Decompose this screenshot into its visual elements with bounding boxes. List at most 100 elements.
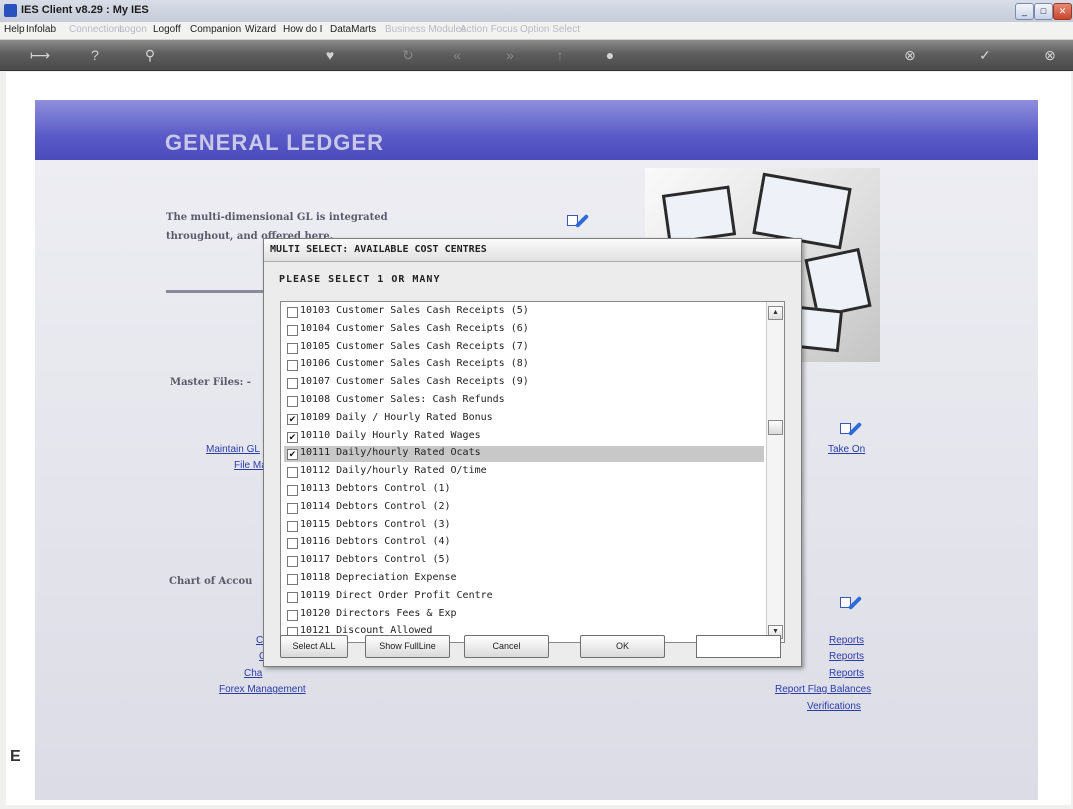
- menu-logoff[interactable]: Logoff: [153, 24, 181, 35]
- close-icon[interactable]: ⊗: [1040, 45, 1060, 65]
- confirm-icon[interactable]: ✓: [975, 45, 995, 65]
- list-item[interactable]: ✔ 10111 Daily/hourly Rated Ocats: [284, 446, 764, 463]
- item-checkbox[interactable]: [287, 591, 298, 603]
- list-item[interactable]: 10114 Debtors Control (2): [284, 500, 764, 516]
- list-item[interactable]: 10120 Directors Fees & Exp: [284, 607, 764, 623]
- item-label: 10108 Customer Sales: Cash Refunds: [300, 394, 505, 405]
- menu-business-modules[interactable]: Business Modules: [385, 24, 466, 35]
- list-item[interactable]: 10107 Customer Sales Cash Receipts (9): [284, 375, 764, 391]
- dialog-input[interactable]: [696, 635, 781, 658]
- file-maintenance-link[interactable]: File Ma: [234, 460, 267, 471]
- reports-link-2[interactable]: Reports: [829, 651, 864, 662]
- dialog-prompt: PLEASE SELECT 1 OR MANY: [279, 274, 441, 285]
- menu-connections[interactable]: Connections: [69, 24, 125, 35]
- item-label: 10119 Direct Order Profit Centre: [300, 589, 493, 601]
- list-item[interactable]: 10106 Customer Sales Cash Receipts (8): [284, 357, 764, 373]
- item-label: 10117 Debtors Control (5): [300, 554, 451, 566]
- item-label: 10106 Customer Sales Cash Receipts (8): [300, 358, 529, 370]
- menu-datamarts[interactable]: DataMarts: [330, 24, 376, 35]
- maximize-button[interactable]: □: [1034, 3, 1053, 20]
- item-checkbox[interactable]: ✔: [287, 449, 298, 461]
- scroll-thumb[interactable]: [768, 420, 783, 435]
- cancel-button[interactable]: Cancel: [464, 635, 549, 658]
- forex-management-link[interactable]: Forex Management: [219, 684, 306, 695]
- list-item[interactable]: 10118 Depreciation Expense: [284, 571, 764, 587]
- toolbar: ⟼ ? ⚲ ♥ ↻ « » ↑ ● ⊗ ✓ ⊗: [0, 40, 1073, 71]
- list-item[interactable]: 10117 Debtors Control (5): [284, 553, 764, 569]
- refresh-icon[interactable]: ↻: [398, 45, 418, 65]
- back-icon[interactable]: «: [447, 45, 467, 65]
- menu-action-focus[interactable]: Action Focus: [460, 24, 518, 35]
- item-checkbox[interactable]: [287, 342, 298, 354]
- item-checkbox[interactable]: [287, 609, 298, 621]
- item-checkbox[interactable]: [287, 485, 298, 496]
- item-checkbox[interactable]: [287, 556, 298, 568]
- edit-icon[interactable]: [565, 210, 590, 232]
- verifications-link[interactable]: Verifications: [807, 701, 861, 712]
- menu-companion[interactable]: Companion: [190, 24, 241, 35]
- report-flag-balances-link[interactable]: Report Flag Balances: [775, 684, 871, 695]
- edit-icon[interactable]: [838, 592, 863, 614]
- close-button[interactable]: ✕: [1053, 3, 1072, 20]
- page-title: GENERAL LEDGER: [165, 130, 384, 155]
- menu-option-select[interactable]: Option Select: [520, 24, 580, 35]
- item-checkbox[interactable]: [287, 520, 298, 532]
- item-checkbox[interactable]: [287, 467, 298, 479]
- reports-link-1[interactable]: Reports: [829, 635, 864, 646]
- up-icon[interactable]: ↑: [550, 45, 570, 65]
- list-item[interactable]: ✔ 10109 Daily / Hourly Rated Bonus: [284, 411, 764, 427]
- take-on-link[interactable]: Take On: [828, 444, 865, 455]
- menu-logon[interactable]: Logon: [119, 24, 147, 35]
- item-label: 10109 Daily / Hourly Rated Bonus: [300, 411, 493, 423]
- list-item[interactable]: 10104 Customer Sales Cash Receipts (6): [284, 322, 764, 338]
- bullet-icon[interactable]: ●: [600, 45, 620, 65]
- item-checkbox[interactable]: ✔: [287, 413, 298, 425]
- select-all-button[interactable]: Select ALL: [280, 635, 348, 658]
- master-files-heading: Master Files: -: [170, 377, 251, 388]
- edit-icon[interactable]: [838, 418, 863, 440]
- item-checkbox[interactable]: [287, 502, 298, 514]
- chart-of-accounts-heading: Chart of Accou: [169, 576, 253, 587]
- list-item[interactable]: 10116 Debtors Control (4): [284, 535, 764, 551]
- ok-button[interactable]: OK: [580, 635, 665, 658]
- list-item[interactable]: 10105 Customer Sales Cash Receipts (7): [284, 340, 764, 356]
- list-scrollbar[interactable]: ▲ ▼: [766, 302, 784, 642]
- search-icon[interactable]: ⚲: [140, 45, 160, 65]
- exit-arrow-icon[interactable]: ⟼: [22, 45, 58, 65]
- item-label: 10103 Customer Sales Cash Receipts (5): [300, 305, 529, 316]
- menu-help[interactable]: Help: [4, 24, 25, 35]
- reports-link-3[interactable]: Reports: [829, 668, 864, 679]
- item-checkbox[interactable]: [287, 396, 298, 407]
- side-label: E: [10, 748, 21, 765]
- list-item[interactable]: 10115 Debtors Control (3): [284, 518, 764, 534]
- maintain-gl-link[interactable]: Maintain GL: [206, 444, 260, 455]
- list-item[interactable]: 10112 Daily/hourly Rated O/time: [284, 464, 764, 480]
- item-checkbox[interactable]: [287, 360, 298, 372]
- show-full-line-button[interactable]: Show FullLine: [365, 635, 450, 658]
- item-label: 10115 Debtors Control (3): [300, 518, 451, 530]
- chart-link[interactable]: Cha: [244, 668, 262, 679]
- menu-wizard[interactable]: Wizard: [245, 24, 276, 35]
- item-checkbox[interactable]: [287, 378, 298, 390]
- item-checkbox[interactable]: [287, 574, 298, 585]
- item-checkbox[interactable]: ✔: [287, 431, 298, 443]
- forward-icon[interactable]: »: [500, 45, 520, 65]
- item-checkbox[interactable]: [287, 324, 298, 336]
- scroll-up-icon[interactable]: ▲: [768, 306, 783, 320]
- item-checkbox[interactable]: [287, 538, 298, 550]
- menu-infolab[interactable]: Infolab: [26, 24, 56, 35]
- item-checkbox[interactable]: [287, 307, 298, 318]
- list-item[interactable]: 10119 Direct Order Profit Centre: [284, 589, 764, 605]
- minimize-button[interactable]: _: [1015, 3, 1034, 20]
- heart-icon[interactable]: ♥: [320, 45, 340, 65]
- list-item[interactable]: 10113 Debtors Control (1): [284, 482, 764, 498]
- list-item[interactable]: 10108 Customer Sales: Cash Refunds: [284, 393, 764, 409]
- help-icon[interactable]: ?: [85, 45, 105, 65]
- app-icon: [4, 4, 17, 17]
- menu-how-do-i[interactable]: How do I: [283, 24, 322, 35]
- list-item[interactable]: ✔ 10110 Daily Hourly Rated Wages: [284, 429, 764, 445]
- cost-centre-list[interactable]: 10103 Customer Sales Cash Receipts (5) 10…: [280, 301, 785, 643]
- list-item[interactable]: 10103 Customer Sales Cash Receipts (5): [284, 304, 764, 320]
- multi-select-dialog: MULTI SELECT: AVAILABLE COST CENTRES PLE…: [263, 238, 802, 667]
- cancel-icon[interactable]: ⊗: [900, 45, 920, 65]
